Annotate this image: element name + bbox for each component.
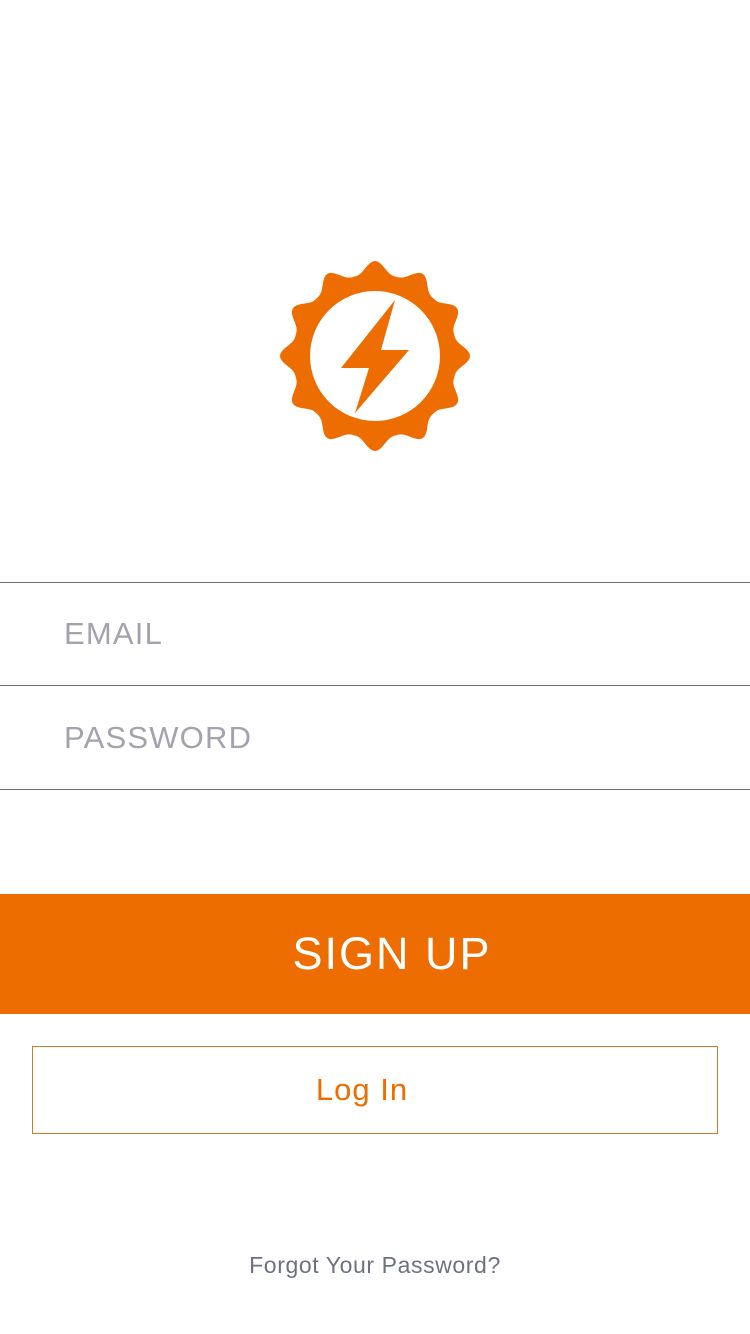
login-screen: SIGN UP Log In Forgot Your Password? [0, 0, 750, 1334]
sun-bolt-logo-icon [279, 260, 471, 452]
password-input[interactable] [64, 686, 704, 789]
email-field-row [0, 582, 750, 685]
email-input[interactable] [64, 583, 704, 685]
password-field-row [0, 685, 750, 790]
sign-up-button[interactable]: SIGN UP [0, 894, 750, 1014]
log-in-button[interactable]: Log In [32, 1046, 718, 1134]
logo-graphic [280, 261, 470, 451]
forgot-password-link[interactable]: Forgot Your Password? [0, 1252, 750, 1279]
